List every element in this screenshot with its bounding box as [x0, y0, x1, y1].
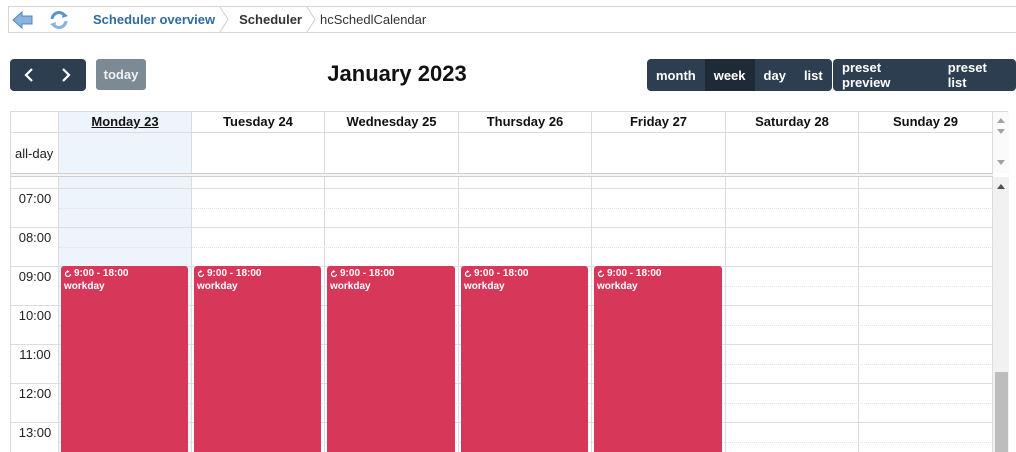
day-header[interactable]: Tuesday 24	[192, 112, 325, 133]
chevron-left-icon	[23, 68, 33, 82]
time-label: 13:00	[18, 425, 52, 440]
time-label: 11:00	[19, 347, 51, 362]
view-day-button[interactable]: day	[755, 59, 795, 91]
day-header-row: Monday 23 Tuesday 24 Wednesday 25 Thursday …	[11, 112, 1009, 133]
breadcrumb: Scheduler overview Scheduler hcSchedlCal…	[8, 6, 1016, 33]
day-column[interactable]	[726, 177, 859, 452]
preset-preview-button[interactable]: preset preview	[833, 59, 939, 91]
scroll-down-icon[interactable]	[993, 156, 1009, 170]
axis-header	[11, 112, 59, 133]
half-hour-line	[59, 208, 993, 209]
refresh-icon[interactable]	[45, 7, 73, 32]
allday-scrollbar[interactable]	[993, 112, 1009, 173]
preset-list-button[interactable]: preset list	[939, 59, 1016, 91]
scroll-down-icon[interactable]	[993, 125, 1009, 139]
event-title: workday	[64, 281, 105, 292]
breadcrumb-scheduler[interactable]: Scheduler	[229, 7, 316, 32]
day-header[interactable]: Thursday 26	[459, 112, 592, 133]
event-title: workday	[464, 281, 505, 292]
event-time: 9:00 - 18:00	[597, 268, 719, 280]
back-arrow-icon[interactable]	[9, 7, 37, 32]
week-calendar: Monday 23 Tuesday 24 Wednesday 25 Thursday …	[10, 111, 1009, 452]
event-time: 9:00 - 18:00	[330, 268, 452, 280]
next-button[interactable]	[47, 59, 84, 91]
recurring-icon	[464, 270, 472, 278]
prev-button[interactable]	[10, 59, 47, 91]
recurring-icon	[330, 270, 338, 278]
event-time: 9:00 - 18:00	[64, 268, 185, 280]
event-title: workday	[330, 281, 371, 292]
event-block[interactable]: 9:00 - 18:00 workday	[461, 266, 588, 452]
day-header[interactable]: Sunday 29	[859, 112, 993, 133]
day-header[interactable]: Friday 27	[592, 112, 726, 133]
event-block[interactable]: 9:00 - 18:00 workday	[594, 266, 722, 452]
hour-line	[11, 227, 993, 228]
view-month-button[interactable]: month	[647, 59, 705, 91]
allday-cell[interactable]	[325, 133, 459, 173]
event-block[interactable]: 9:00 - 18:00 workday	[61, 266, 188, 452]
half-hour-line	[59, 247, 993, 248]
chevron-right-icon	[61, 68, 71, 82]
day-header[interactable]: Saturday 28	[726, 112, 859, 133]
time-label: 10:00	[18, 308, 52, 323]
time-label: 09:00	[18, 269, 52, 284]
breadcrumb-separator	[306, 7, 316, 32]
recurring-icon	[197, 270, 205, 278]
time-label: 12:00	[18, 386, 52, 401]
allday-cell[interactable]	[59, 133, 192, 173]
calendar-title: January 2023	[327, 61, 467, 86]
view-week-button[interactable]: week	[704, 59, 755, 91]
nav-button-group	[10, 59, 86, 91]
time-label: 08:00	[18, 230, 52, 245]
allday-cell[interactable]	[859, 133, 993, 173]
time-grid[interactable]: 07:00 08:00 09:00 10:00 11:00 12:00 13:00 9:00 …	[11, 177, 993, 452]
recurring-icon	[597, 270, 605, 278]
scroll-up-icon[interactable]	[993, 179, 1009, 193]
allday-cell[interactable]	[726, 133, 859, 173]
breadcrumb-separator	[219, 7, 229, 32]
event-title: workday	[597, 281, 638, 292]
allday-cell[interactable]	[192, 133, 325, 173]
view-list-button[interactable]: list	[795, 59, 832, 91]
breadcrumb-scheduler-overview[interactable]: Scheduler overview	[83, 7, 229, 32]
preset-button-group: preset preview preset list	[833, 59, 1016, 91]
day-column[interactable]	[859, 177, 993, 452]
event-block[interactable]: 9:00 - 18:00 workday	[327, 266, 455, 452]
event-title: workday	[197, 281, 238, 292]
hour-line	[11, 188, 993, 189]
event-time: 9:00 - 18:00	[197, 268, 318, 280]
today-button[interactable]: today	[96, 59, 146, 90]
day-header[interactable]: Wednesday 25	[325, 112, 459, 133]
day-header[interactable]: Monday 23	[59, 112, 192, 133]
event-block[interactable]: 9:00 - 18:00 workday	[194, 266, 321, 452]
breadcrumb-current: hcSchedlCalendar	[319, 12, 427, 27]
view-switcher: month week day list	[647, 59, 832, 91]
allday-cell[interactable]	[592, 133, 726, 173]
allday-cell[interactable]	[459, 133, 592, 173]
time-label: 07:00	[18, 191, 52, 206]
event-time: 9:00 - 18:00	[464, 268, 585, 280]
allday-label: all-day	[11, 133, 59, 173]
recurring-icon	[64, 270, 72, 278]
scrollbar-thumb[interactable]	[995, 372, 1008, 452]
time-grid-scrollbar[interactable]	[993, 177, 1009, 452]
